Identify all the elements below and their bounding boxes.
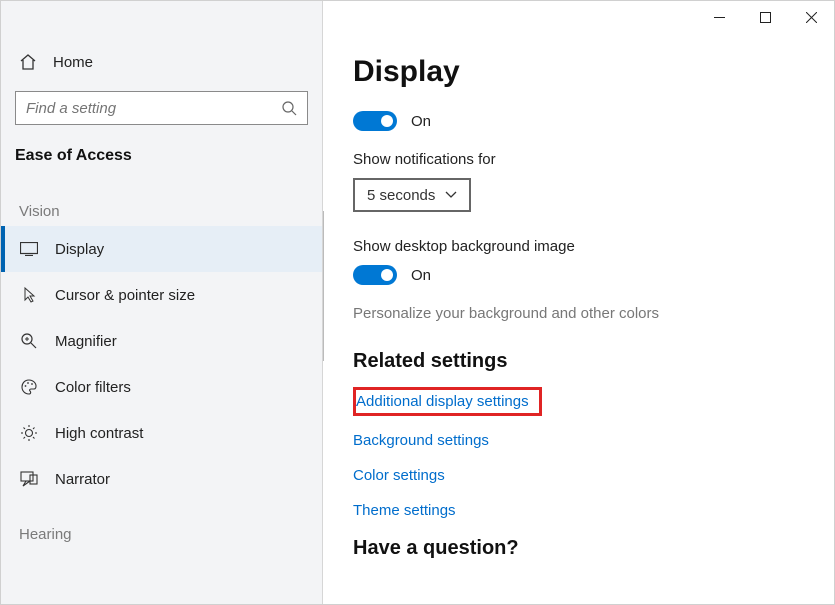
link-background-settings[interactable]: Background settings bbox=[353, 432, 489, 449]
link-highlight: Additional display settings bbox=[353, 387, 542, 416]
category-title: Ease of Access bbox=[15, 147, 308, 165]
display-toggle[interactable] bbox=[353, 111, 397, 131]
settings-window: Settings Home bbox=[0, 0, 835, 605]
group-hearing-label: Hearing bbox=[19, 526, 304, 543]
cursor-icon bbox=[19, 286, 39, 304]
narrator-icon bbox=[19, 471, 39, 487]
dropdown-value: 5 seconds bbox=[367, 187, 435, 204]
bg-image-toggle-label: On bbox=[411, 267, 431, 284]
toggle-knob bbox=[381, 269, 393, 281]
content-pane: Display On Show notifications for 5 seco… bbox=[323, 1, 834, 604]
question-heading: Have a question? bbox=[353, 537, 834, 560]
sidebar-item-label: Display bbox=[55, 241, 104, 258]
magnifier-icon bbox=[19, 332, 39, 350]
search-icon bbox=[281, 100, 297, 116]
sidebar-item-home[interactable]: Home bbox=[15, 43, 308, 81]
home-icon bbox=[19, 53, 37, 71]
link-theme-settings[interactable]: Theme settings bbox=[353, 502, 456, 519]
search-box[interactable] bbox=[15, 91, 308, 125]
personalize-hint: Personalize your background and other co… bbox=[353, 305, 834, 322]
palette-icon bbox=[19, 378, 39, 396]
notifications-dropdown[interactable]: 5 seconds bbox=[353, 178, 471, 212]
sidebar-item-cursor[interactable]: Cursor & pointer size bbox=[1, 272, 322, 318]
notifications-label: Show notifications for bbox=[353, 151, 834, 168]
sidebar-item-magnifier[interactable]: Magnifier bbox=[1, 318, 322, 364]
bg-image-toggle[interactable] bbox=[353, 265, 397, 285]
sidebar-item-label: High contrast bbox=[55, 425, 143, 442]
brightness-icon bbox=[19, 424, 39, 442]
sidebar-item-label: Narrator bbox=[55, 471, 110, 488]
sidebar-item-display[interactable]: Display bbox=[1, 226, 322, 272]
sidebar-item-color-filters[interactable]: Color filters bbox=[1, 364, 322, 410]
search-input[interactable] bbox=[26, 100, 281, 117]
toggle-knob bbox=[381, 115, 393, 127]
sidebar-item-high-contrast[interactable]: High contrast bbox=[1, 410, 322, 456]
sidebar-item-label: Magnifier bbox=[55, 333, 117, 350]
page-title: Display bbox=[353, 55, 834, 89]
chevron-down-icon bbox=[445, 191, 457, 199]
related-links: Additional display settings Background s… bbox=[353, 387, 834, 519]
link-additional-display[interactable]: Additional display settings bbox=[356, 393, 529, 410]
sidebar-item-label: Color filters bbox=[55, 379, 131, 396]
sidebar-item-label: Cursor & pointer size bbox=[55, 287, 195, 304]
link-color-settings[interactable]: Color settings bbox=[353, 467, 445, 484]
display-toggle-label: On bbox=[411, 113, 431, 130]
sidebar-item-narrator[interactable]: Narrator bbox=[1, 456, 322, 502]
group-vision-label: Vision bbox=[19, 203, 304, 220]
sidebar-item-label: Home bbox=[53, 54, 93, 71]
sidebar-items: Display Cursor & pointer size Magnifier … bbox=[1, 226, 322, 502]
bg-image-label: Show desktop background image bbox=[353, 238, 834, 255]
related-heading: Related settings bbox=[353, 350, 834, 373]
sidebar: Home Ease of Access Vision Display bbox=[1, 1, 323, 604]
display-icon bbox=[19, 242, 39, 256]
